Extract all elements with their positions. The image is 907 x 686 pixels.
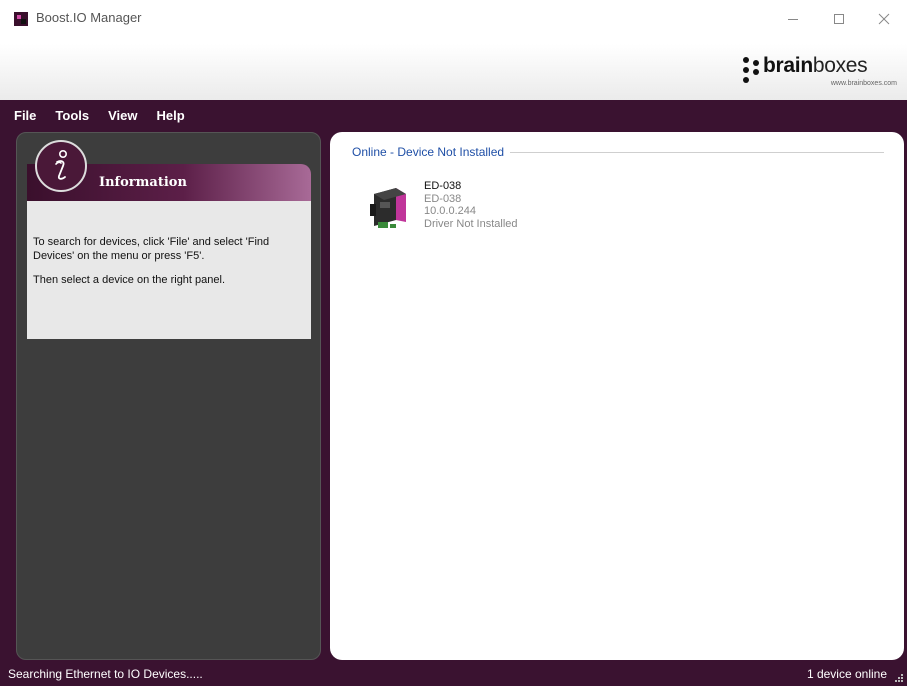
device-ip: 10.0.0.244 bbox=[424, 205, 476, 217]
close-icon bbox=[878, 13, 890, 25]
info-text-select: Then select a device on the right panel. bbox=[33, 274, 226, 286]
maximize-icon bbox=[834, 14, 844, 24]
device-details: ED-038 ED-038 10.0.0.244 Driver Not Inst… bbox=[424, 180, 518, 230]
menu-help[interactable]: Help bbox=[157, 108, 185, 123]
brand-banner: brainboxes www.brainboxes.com bbox=[0, 44, 907, 100]
main-area: Information To search for devices, click… bbox=[0, 130, 907, 662]
device-status: Driver Not Installed bbox=[424, 217, 518, 230]
title-bar: Boost.IO Manager bbox=[0, 0, 907, 44]
app-icon bbox=[14, 12, 28, 26]
menu-file[interactable]: File bbox=[14, 108, 36, 123]
minimize-icon bbox=[788, 19, 798, 20]
close-button[interactable] bbox=[861, 4, 907, 34]
device-icon bbox=[366, 184, 412, 230]
logo-url: www.brainboxes.com bbox=[830, 80, 897, 87]
info-body: To search for devices, click 'File' and … bbox=[27, 201, 311, 339]
device-count: 1 device online bbox=[806, 667, 887, 681]
device-model: ED-038 bbox=[424, 192, 462, 205]
brainboxes-logo: brainboxes www.brainboxes.com bbox=[741, 53, 901, 89]
group-title: Online - Device Not Installed bbox=[352, 145, 511, 159]
device-name: ED-038 bbox=[424, 180, 462, 192]
menu-bar: File Tools View Help bbox=[0, 100, 907, 130]
menu-tools[interactable]: Tools bbox=[55, 108, 89, 123]
resize-grip-icon[interactable] bbox=[894, 673, 904, 683]
info-title: Information bbox=[99, 175, 187, 190]
menu-view[interactable]: View bbox=[108, 108, 137, 123]
logo-wordmark: brainboxes bbox=[763, 54, 868, 77]
devices-panel: Online - Device Not Installed ED-038 ED-… bbox=[330, 132, 904, 660]
info-text-search: To search for devices, click 'File' and … bbox=[33, 236, 270, 262]
minimize-button[interactable] bbox=[770, 4, 816, 34]
maximize-button[interactable] bbox=[816, 4, 862, 34]
status-bar: Searching Ethernet to IO Devices..... 1 … bbox=[0, 662, 907, 686]
logo-dots-icon bbox=[741, 55, 763, 85]
window-title: Boost.IO Manager bbox=[36, 10, 142, 25]
status-message: Searching Ethernet to IO Devices..... bbox=[8, 667, 203, 681]
info-icon bbox=[35, 140, 87, 192]
info-panel: Information To search for devices, click… bbox=[16, 132, 321, 660]
device-item[interactable]: ED-038 ED-038 10.0.0.244 Driver Not Inst… bbox=[366, 180, 666, 240]
